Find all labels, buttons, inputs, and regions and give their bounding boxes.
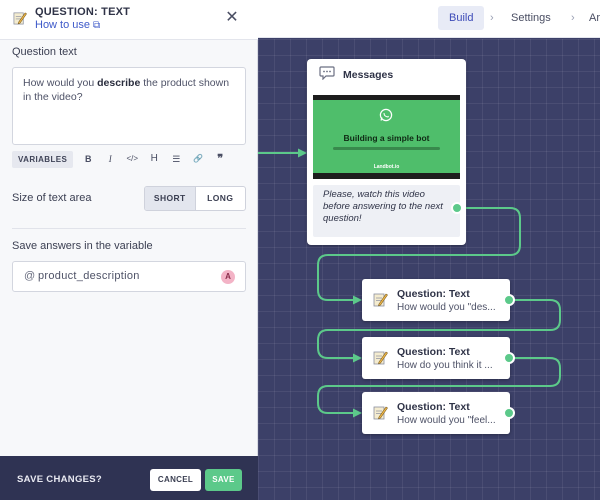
section-divider (12, 228, 246, 229)
how-to-use-label: How to use (35, 19, 91, 31)
whatsapp-icon (379, 108, 393, 122)
save-variable-label: Save answers in the variable (12, 240, 153, 252)
nav-separator: › (571, 12, 575, 24)
notepad-pencil-icon (13, 12, 27, 25)
panel-header: QUESTION: TEXT How to use ⧉ ✕ (0, 0, 258, 40)
notepad-pencil-icon (373, 351, 388, 365)
video-thumbnail[interactable]: Building a simple bot Landbot.io (313, 95, 460, 179)
external-link-icon: ⧉ (93, 20, 101, 31)
question-3-output-port[interactable] (503, 407, 515, 419)
link-button[interactable]: 🔗 (191, 152, 205, 166)
question-editor-panel: QUESTION: TEXT How to use ⧉ ✕ Question te… (0, 0, 258, 500)
close-icon[interactable]: ✕ (224, 9, 240, 27)
variables-button[interactable]: VARIABLES (12, 150, 74, 168)
nav-build-tab[interactable]: Build (438, 6, 485, 30)
question-text-node-3[interactable]: Question: Text How would you "feel... (362, 392, 510, 434)
question-text-node-1[interactable]: Question: Text How would you "des... (362, 279, 510, 321)
question-node-preview: How would you "des... (397, 302, 496, 313)
italic-button[interactable]: I (103, 152, 117, 166)
bold-button[interactable]: B (81, 152, 95, 166)
panel-footer: SAVE CHANGES? CANCEL SAVE (0, 456, 258, 500)
code-button[interactable]: </> (125, 152, 139, 166)
variable-field[interactable]: @ product_description A (12, 261, 246, 292)
cancel-button[interactable]: CANCEL (150, 469, 201, 491)
variable-name: product_description (38, 270, 140, 282)
nav-ar-tab[interactable]: Ar (589, 6, 600, 30)
messages-node-title: Messages (343, 69, 394, 81)
notepad-pencil-icon (373, 406, 388, 420)
messages-node[interactable]: Messages Building a simple bot Landbot.i… (307, 59, 466, 245)
question-node-preview: How would you "feel... (397, 415, 496, 426)
video-subtitle-line (333, 147, 440, 150)
quote-button[interactable]: ❞ (213, 152, 227, 166)
size-long-option[interactable]: LONG (196, 187, 246, 210)
list-button[interactable]: ☰ (169, 152, 183, 166)
nav-settings-tab[interactable]: Settings (511, 6, 551, 30)
question-node-title: Question: Text (397, 346, 470, 358)
panel-title: QUESTION: TEXT (35, 6, 131, 18)
text-area-size-toggle: SHORT LONG (144, 186, 246, 211)
question-text-bold-part: describe (97, 77, 141, 89)
formatting-toolbar: VARIABLES B I </> H ☰ 🔗 ❞ (12, 150, 227, 168)
heading-button[interactable]: H (147, 152, 161, 166)
video-title: Building a simple bot (343, 133, 430, 143)
video-frame: Building a simple bot Landbot.io (313, 100, 460, 173)
question-text-label: Question text (12, 46, 77, 58)
question-text-node-2[interactable]: Question: Text How do you think it ... (362, 337, 510, 379)
how-to-use-link[interactable]: How to use ⧉ (35, 19, 100, 31)
at-symbol: @ (24, 270, 36, 282)
question-node-preview: How do you think it ... (397, 360, 493, 371)
messages-output-port[interactable] (451, 202, 463, 214)
question-node-title: Question: Text (397, 401, 470, 413)
size-short-option[interactable]: SHORT (145, 187, 196, 210)
top-navigation-bar: Build › Settings › Ar (258, 0, 600, 38)
question-1-output-port[interactable] (503, 294, 515, 306)
question-text-part: How would you (23, 77, 98, 89)
question-text-editor[interactable]: How would you describe the product shown… (12, 67, 246, 145)
message-text: Please, watch this video before answerin… (313, 185, 460, 237)
size-label: Size of text area (12, 192, 92, 204)
save-button[interactable]: SAVE (205, 469, 242, 491)
variable-type-badge: A (221, 270, 235, 284)
chat-bubble-icon (319, 66, 335, 80)
question-2-output-port[interactable] (503, 352, 515, 364)
question-node-title: Question: Text (397, 288, 470, 300)
nav-separator: › (490, 12, 494, 24)
save-changes-prompt: SAVE CHANGES? (17, 474, 103, 485)
video-brand: Landbot.io (373, 164, 400, 170)
notepad-pencil-icon (373, 293, 388, 307)
